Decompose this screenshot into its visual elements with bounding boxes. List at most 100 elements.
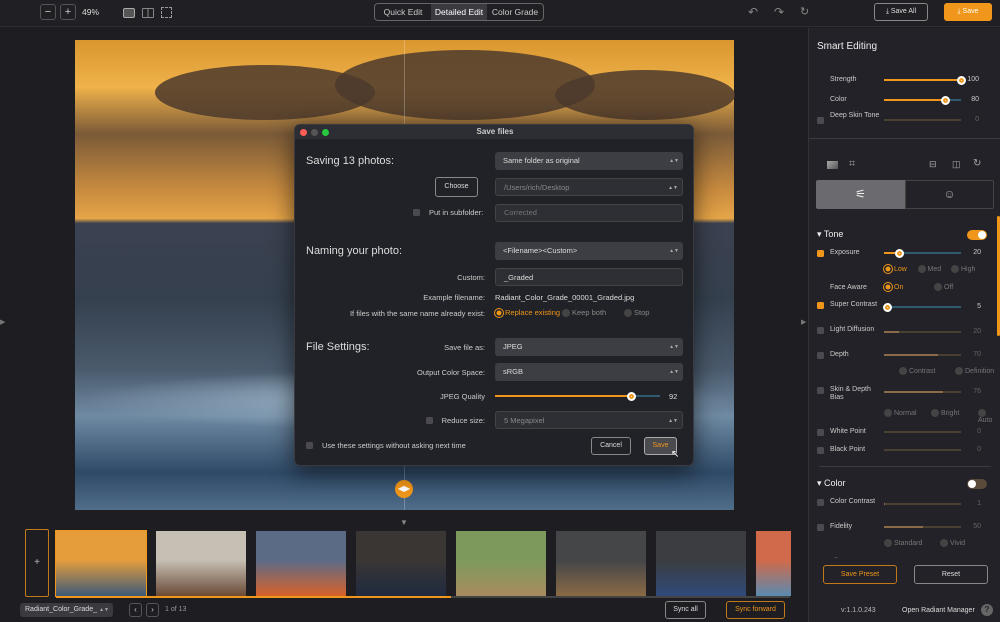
color-space-dropdown[interactable]: sRGB ▲▼ (495, 363, 683, 381)
cancel-button[interactable]: Cancel (591, 437, 631, 455)
next-photo-button[interactable]: › (146, 603, 159, 617)
tab-quick-edit[interactable]: Quick Edit (375, 4, 431, 20)
deep-skin-tone-slider[interactable] (884, 119, 961, 121)
undo-icon[interactable]: ↶ (748, 5, 758, 19)
prev-arrow-icon[interactable]: ▶ (0, 318, 5, 326)
strength-slider[interactable] (884, 75, 966, 85)
deep-skin-tone-checkbox[interactable] (817, 117, 824, 124)
radio-low[interactable]: Low (884, 265, 907, 273)
sync-all-button[interactable]: Sync all (665, 601, 706, 619)
single-view-icon[interactable] (123, 8, 135, 18)
radio-auto[interactable]: Auto (978, 409, 1000, 424)
zoom-in-button[interactable]: + (60, 4, 76, 20)
prev-photo-button[interactable]: ‹ (129, 603, 142, 617)
tone-toggle[interactable] (967, 230, 987, 240)
color-slider[interactable] (884, 95, 961, 105)
color-section-header[interactable]: ▾ Color (817, 478, 846, 489)
destination-dropdown[interactable]: Same folder as original ▲▼ (495, 152, 683, 170)
conflict-radio-stop[interactable]: Stop (624, 308, 649, 317)
subfolder-checkbox[interactable] (413, 209, 420, 216)
path-dropdown[interactable]: /Users/rich/Desktop ▲▼ (495, 178, 683, 196)
reset-icon[interactable]: ↻ (800, 5, 809, 18)
thumbnail-football-players[interactable] (256, 531, 346, 596)
flip-vertical-icon[interactable]: ⊟ (929, 159, 937, 170)
super-contrast-slider[interactable] (883, 302, 961, 312)
depth-slider[interactable] (884, 354, 961, 356)
thumbnail-woman-sitting[interactable] (556, 531, 646, 596)
file-format-dropdown[interactable]: JPEG ▲▼ (495, 338, 683, 356)
close-window-icon[interactable] (300, 128, 307, 136)
crop-view-icon[interactable] (161, 7, 172, 18)
reset-button[interactable]: Reset (914, 565, 988, 584)
white-point-checkbox[interactable] (817, 429, 824, 436)
sync-forward-button[interactable]: Sync forward (726, 601, 785, 619)
light-diffusion-checkbox[interactable] (817, 327, 824, 334)
flip-horizontal-icon[interactable]: ◫ (952, 159, 961, 170)
custom-input[interactable]: _Graded (495, 268, 683, 286)
thumbnail-man-portrait[interactable] (356, 531, 446, 596)
fidelity-slider[interactable] (884, 526, 961, 528)
zoom-out-button[interactable]: − (40, 4, 56, 20)
subfolder-input[interactable] (495, 204, 683, 222)
radio-med[interactable]: Med (917, 265, 941, 273)
black-point-checkbox[interactable] (817, 447, 824, 454)
save-preset-button[interactable]: Save Preset (823, 565, 897, 584)
thumbnail-landscape-lake[interactable] (756, 531, 791, 596)
radio-definition[interactable]: Definition (955, 367, 994, 375)
split-view-icon[interactable] (142, 8, 154, 18)
jpeg-quality-slider[interactable] (495, 391, 660, 401)
slider-knob[interactable] (941, 95, 951, 105)
tab-detailed-edit[interactable]: Detailed Edit (431, 4, 487, 20)
remember-settings-checkbox[interactable] (306, 442, 313, 449)
tab-color-grade[interactable]: Color Grade (487, 4, 543, 20)
fidelity-checkbox[interactable] (817, 524, 824, 531)
black-point-slider[interactable] (884, 449, 961, 451)
add-photo-button[interactable]: + (25, 529, 49, 597)
radio-vivid[interactable]: Vivid (940, 539, 965, 547)
exposure-checkbox[interactable] (817, 250, 824, 257)
radio-normal[interactable]: Normal (884, 409, 917, 417)
tone-section-header[interactable]: ▾ Tone (817, 229, 843, 240)
conflict-radio-keep-both[interactable]: Keep both (562, 308, 606, 317)
radio-off[interactable]: Off (934, 283, 953, 291)
redo-icon[interactable]: ↷ (774, 5, 784, 19)
slider-knob[interactable] (883, 302, 893, 312)
crop-icon[interactable]: ⌗ (849, 158, 855, 171)
reduce-size-dropdown[interactable]: 5 Megapixel ▲▼ (495, 411, 683, 429)
skin-depth-bias-checkbox[interactable] (817, 387, 824, 394)
maximize-window-icon[interactable] (322, 128, 329, 136)
save-all-button[interactable]: ⤓ Save All (874, 3, 928, 21)
slider-knob[interactable] (894, 248, 904, 258)
thumbnail-sunset-ocean[interactable] (55, 530, 147, 597)
help-icon[interactable]: ? (981, 604, 993, 616)
rotate-icon[interactable]: ↻ (973, 158, 981, 169)
color-contrast-slider[interactable] (884, 503, 961, 505)
radio-on[interactable]: On (884, 283, 903, 291)
color-contrast-checkbox[interactable] (817, 499, 824, 506)
light-diffusion-slider[interactable] (884, 331, 961, 333)
tab-portrait[interactable]: ☺ (905, 180, 994, 209)
choose-folder-button[interactable]: Choose (435, 177, 478, 197)
naming-dropdown[interactable]: <Filename><Custom> ▲▼ (495, 242, 683, 260)
filmstrip-toggle-icon[interactable]: ▼ (400, 518, 408, 527)
white-point-slider[interactable] (884, 431, 961, 433)
compare-handle-icon[interactable]: ◀▶ (395, 480, 413, 498)
thumbnail-cheetahs[interactable] (456, 531, 546, 596)
radio-standard[interactable]: Standard (884, 539, 922, 547)
open-radiant-manager-link[interactable]: Open Radiant Manager (902, 607, 975, 614)
minimize-window-icon[interactable] (311, 128, 318, 136)
color-toggle[interactable] (967, 479, 987, 489)
radio-bright[interactable]: Bright (931, 409, 959, 417)
depth-checkbox[interactable] (817, 352, 824, 359)
save-button[interactable]: ⤓ Save (944, 3, 992, 21)
radio-contrast[interactable]: Contrast (899, 367, 935, 375)
histogram-icon[interactable] (827, 161, 838, 169)
exposure-slider[interactable] (884, 248, 961, 258)
conflict-radio-replace[interactable]: Replace existing (495, 308, 560, 317)
super-contrast-checkbox[interactable] (817, 302, 824, 309)
collapse-panel-icon[interactable]: ▶ (801, 318, 806, 326)
skin-depth-bias-slider[interactable] (884, 391, 961, 393)
thumbnail-woman-portrait[interactable] (156, 531, 246, 596)
tab-adjustments[interactable]: ⚟ (816, 180, 905, 209)
thumbnail-red-sneakers[interactable] (656, 531, 746, 596)
